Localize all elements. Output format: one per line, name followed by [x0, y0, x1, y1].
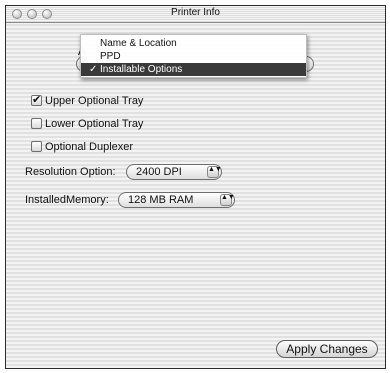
duplexer-checkbox[interactable] [31, 141, 42, 152]
lower-tray-checkbox[interactable] [31, 118, 42, 129]
checkmark-icon: ✓ [89, 64, 98, 75]
menu-item-ppd[interactable]: PPD [81, 50, 306, 63]
menu-item-label: Installable Options [100, 64, 183, 75]
menu-item-label: Name & Location [100, 38, 177, 49]
menu-item-installable-options[interactable]: ✓ Installable Options [81, 63, 306, 76]
upper-tray-checkbox[interactable]: ✔ [31, 95, 42, 106]
title-bar: Printer Info [6, 6, 385, 23]
memory-select[interactable]: 128 MB RAM ▲▼ [118, 192, 235, 208]
resolution-select[interactable]: 2400 DPI ▲▼ [126, 164, 222, 180]
resolution-value: 2400 DPI [136, 166, 182, 178]
duplexer-label: Optional Duplexer [45, 141, 134, 153]
upper-tray-label: Upper Optional Tray [45, 95, 144, 107]
panel-menu: Name & Location PPD ✓ Installable Option… [80, 34, 307, 78]
menu-item-name-location[interactable]: Name & Location [81, 37, 306, 50]
resolution-label: Resolution Option: [25, 166, 116, 178]
up-down-arrows-icon: ▲▼ [220, 194, 235, 206]
lower-tray-label: Lower Optional Tray [45, 118, 144, 130]
up-down-arrows-icon: ▲▼ [207, 166, 222, 178]
window-title: Printer Info [171, 7, 220, 18]
apply-changes-button[interactable]: Apply Changes [276, 340, 378, 358]
memory-value: 128 MB RAM [128, 194, 194, 206]
memory-label: InstalledMemory: [25, 194, 109, 206]
printer-info-window: Printer Info A Name & Location PPD ✓ Ins… [5, 5, 386, 369]
menu-item-label: PPD [100, 51, 121, 62]
